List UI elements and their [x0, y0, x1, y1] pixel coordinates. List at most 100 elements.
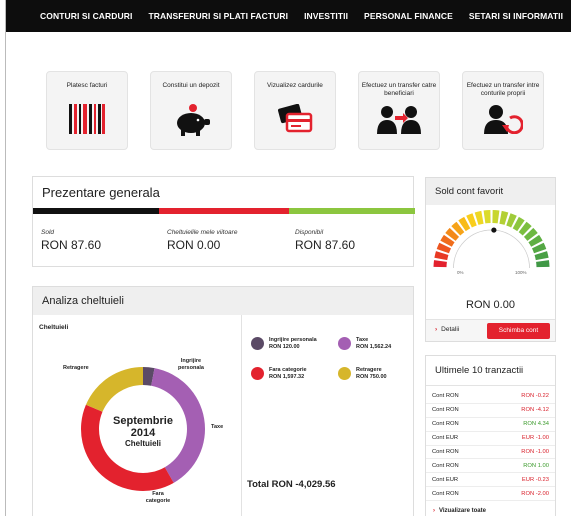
transaction-row[interactable]: Cont EUR EUR -1.00 [426, 432, 555, 446]
change-account-button[interactable]: Schimba cont [487, 323, 550, 339]
transfer-beneficiaries-button[interactable]: Efectuez un transfer catre beneficiari [358, 71, 440, 150]
expense-total: Total RON -4,029.56 [247, 479, 336, 490]
available-value: RON 87.60 [295, 238, 356, 252]
legend-amount: RON 1,562.24 [356, 343, 392, 350]
nav-transferuri-si-plati[interactable]: TRANSFERURI SI PLATI FACTURI [148, 11, 288, 21]
transfer-people-icon [377, 106, 421, 134]
chevron-right-icon: › [435, 326, 438, 333]
legend-name: Fara categorie [269, 367, 307, 373]
analysis-title: Analiza cheltuieli [33, 287, 413, 315]
spending-bar-segment [159, 208, 289, 214]
transaction-row[interactable]: Cont RON RON -2.00 [426, 487, 555, 502]
balance-column: Sold RON 87.60 [41, 229, 101, 252]
legend-amount: RON 1,597.32 [269, 373, 305, 380]
transaction-row[interactable]: Cont RON RON -4.12 [426, 404, 555, 418]
balance-gauge: 0% 100% [433, 210, 550, 275]
donut-label-taxe: Taxe [211, 424, 224, 430]
donut-label-ingrijire: Ingrijire personala [178, 358, 204, 371]
overview-panel: Prezentare generala Sold RON 87.60 Chelt… [32, 176, 415, 267]
transaction-account: Cont RON [432, 393, 459, 400]
gauge-needle-dot [491, 227, 497, 233]
available-bar-segment [288, 208, 415, 214]
gauge-segment [474, 210, 484, 225]
nav-personal-finance[interactable]: PERSONAL FINANCE [364, 11, 453, 21]
quick-actions: Platesc facturi Constitui un depozit Viz… [46, 71, 546, 150]
balance-value: RON 87.60 [41, 238, 102, 252]
gauge-segment [433, 260, 447, 268]
view-cards-button[interactable]: Vizualizez cardurile [254, 71, 336, 150]
own-transfer-icon [484, 105, 523, 134]
view-all-link[interactable]: › Vizualizare toate [433, 508, 486, 514]
action-label: Efectuez un transfer intre conturile pro… [466, 82, 540, 97]
transaction-account: Cont RON [432, 421, 459, 428]
favorite-footer: › Detalii Schimba cont [426, 319, 555, 341]
nav-investitii[interactable]: INVESTITII [304, 11, 348, 21]
balance-label: Sold [41, 229, 55, 236]
future-spending-label: Cheltuielile mele viitoare [167, 229, 238, 236]
transfer-own-accounts-button[interactable]: Efectuez un transfer intre conturile pro… [462, 71, 544, 150]
transaction-account: Cont EUR [432, 435, 459, 442]
donut-center-label: Septembrie 2014 Cheltuieli [93, 415, 193, 448]
future-spending-column: Cheltuielile mele viitoare RON 0.00 [167, 229, 237, 252]
legend-item[interactable]: Ingrijire personala RON 120.00 [251, 337, 317, 350]
top-navigation: CONTURI SI CARDURI TRANSFERURI SI PLATI … [6, 0, 571, 32]
analysis-subtitle: Cheltuieli [39, 324, 69, 331]
donut-segment [85, 367, 143, 412]
legend-item[interactable]: Taxe RON 1,562.24 [338, 337, 391, 350]
expense-analysis-panel: Analiza cheltuieli Cheltuieli Septembrie… [32, 286, 414, 516]
transaction-account: Cont EUR [432, 476, 459, 483]
gauge-segment [536, 260, 550, 268]
legend-item[interactable]: Fara categorie RON 1,597.32 [251, 367, 307, 380]
piggy-bank-icon [177, 104, 210, 136]
legend-name: Ingrijire personala [269, 337, 317, 343]
cards-icon [278, 104, 313, 133]
legend-dot [338, 337, 351, 350]
transaction-amount: RON -1.00 [521, 449, 549, 455]
gauge-segment [499, 210, 509, 225]
favorite-amount: RON 0.00 [466, 299, 515, 311]
last-transactions-panel: Ultimele 10 tranzactii Cont RON RON -0.22… [425, 355, 556, 516]
available-label: Disponibil [295, 229, 324, 236]
overview-title: Prezentare generala [33, 177, 413, 208]
gauge-segment [434, 251, 449, 261]
pay-bills-button[interactable]: Platesc facturi [46, 71, 128, 150]
details-label: Detalii [441, 326, 460, 333]
transaction-account: Cont RON [432, 462, 459, 469]
donut-label-fara: Fara categorie [145, 491, 171, 504]
transaction-row[interactable]: Cont RON RON 4.34 [426, 418, 555, 432]
action-label: Constitui un depozit [162, 82, 220, 89]
transaction-amount: RON 1.00 [523, 462, 549, 469]
divider [241, 315, 242, 516]
nav-conturi-si-carduri[interactable]: CONTURI SI CARDURI [40, 11, 132, 21]
transaction-row[interactable]: Cont RON RON -1.00 [426, 446, 555, 460]
legend-name: Taxe [356, 337, 369, 343]
transaction-amount: RON 4.34 [523, 421, 549, 428]
transactions-list: Cont RON RON -0.22 Cont RON RON -4.12 Cont R… [426, 390, 555, 502]
view-all-label: Vizualizare toate [439, 508, 486, 514]
nav-setari-si-informatii[interactable]: SETARI SI INFORMATII [469, 11, 563, 21]
legend-item[interactable]: Retragere RON 750.00 [338, 367, 387, 380]
chevron-right-icon: › [433, 508, 435, 514]
transaction-row[interactable]: Cont EUR EUR -0.23 [426, 473, 555, 488]
gauge-min-label: 0% [457, 270, 464, 275]
transaction-row[interactable]: Cont RON RON 1.00 [426, 459, 555, 474]
balance-bar-segment [33, 208, 160, 214]
transaction-amount: EUR -1.00 [521, 435, 549, 442]
legend-amount: RON 750.00 [356, 373, 387, 380]
gauge-max-label: 100% [515, 270, 527, 275]
transaction-account: Cont RON [432, 449, 459, 455]
create-deposit-button[interactable]: Constitui un depozit [150, 71, 232, 150]
favorite-account-panel: Sold cont favorit 0% 100% RON 0.00 › Deta… [425, 177, 556, 342]
action-label: Platesc facturi [66, 82, 108, 89]
action-label: Efectuez un transfer catre beneficiari [361, 82, 437, 97]
favorite-account-title: Sold cont favorit [426, 178, 555, 205]
transaction-account: Cont RON [432, 490, 459, 497]
details-link[interactable]: › Detalii [435, 326, 459, 333]
gauge-segment [492, 210, 500, 224]
transactions-title: Ultimele 10 tranzactii [426, 356, 555, 386]
gauge-inner-arc [453, 229, 530, 269]
gauge-segment [534, 251, 549, 261]
transaction-row[interactable]: Cont RON RON -0.22 [426, 390, 555, 404]
legend-amount: RON 120.00 [269, 343, 300, 350]
future-spending-value: RON 0.00 [167, 238, 221, 252]
